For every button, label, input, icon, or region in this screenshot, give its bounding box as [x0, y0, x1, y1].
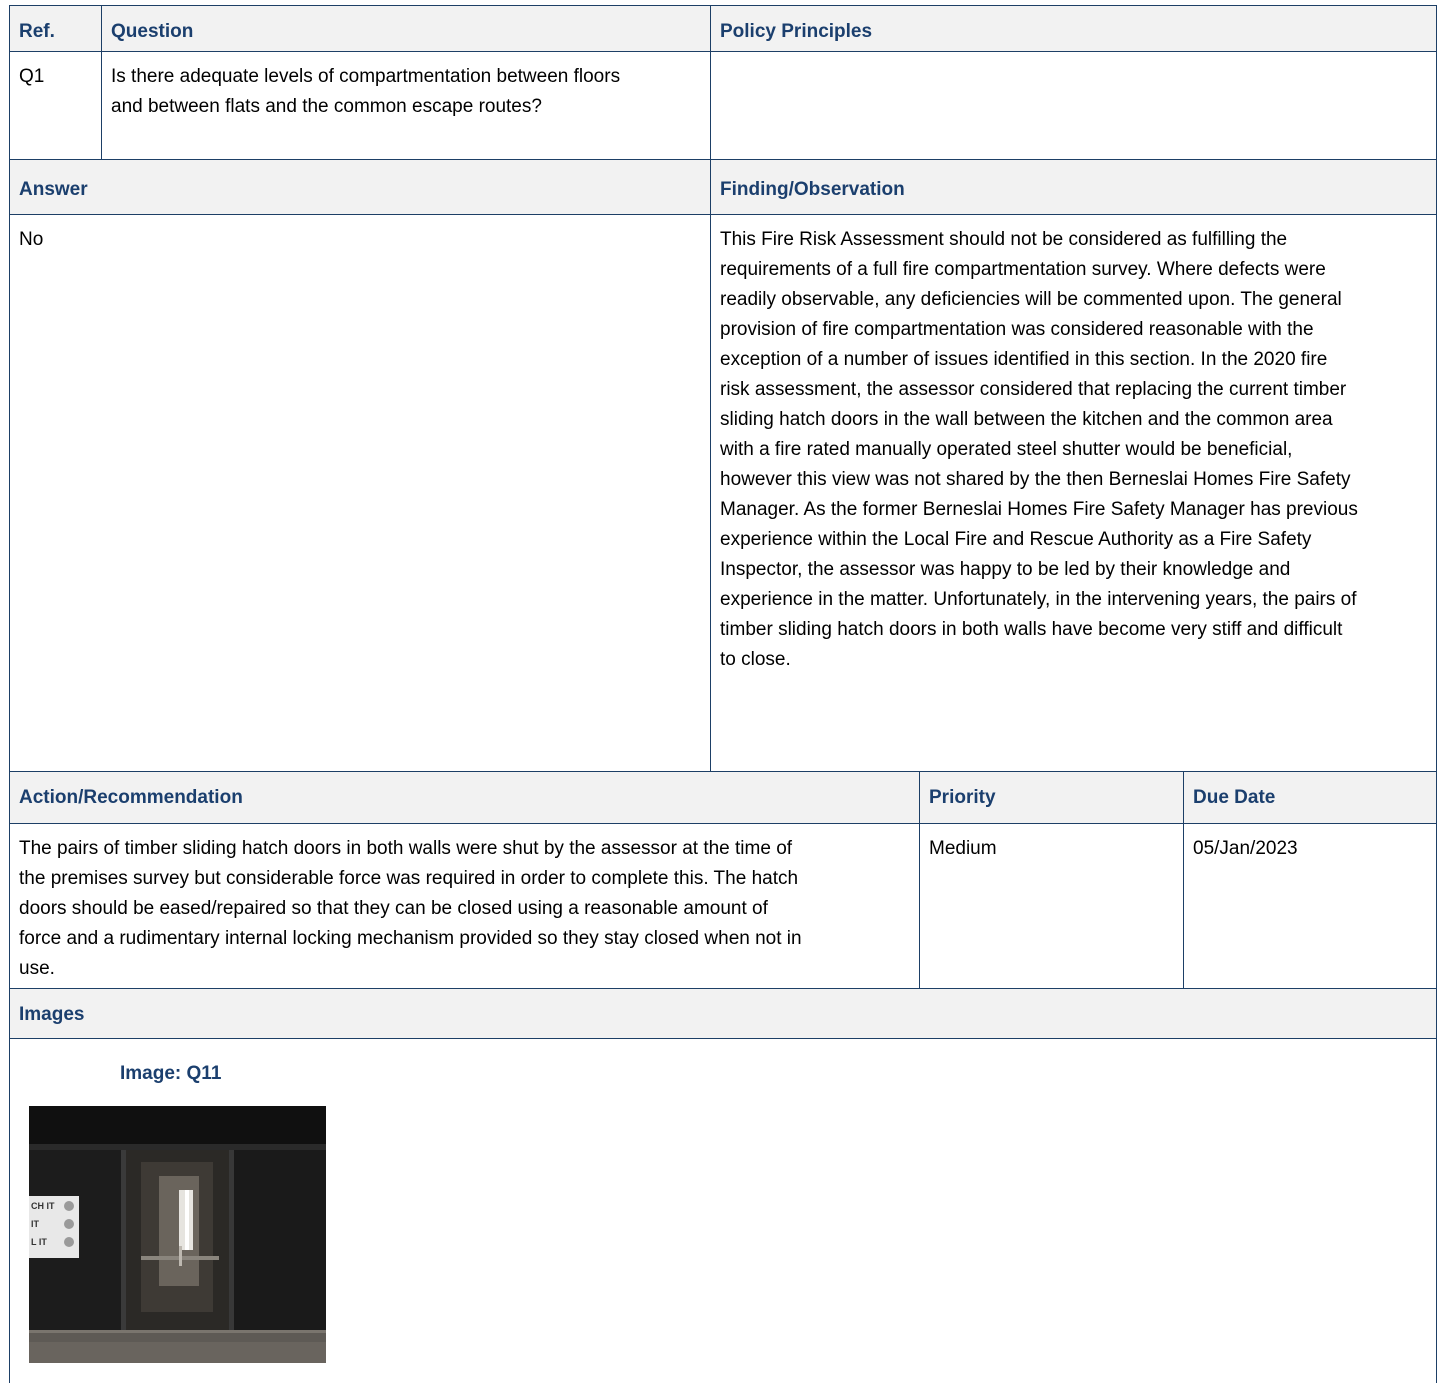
question-text: Is there adequate levels of compartmenta… [111, 66, 621, 117]
images-cell: Image: Q11 CH IT IT L IT [9, 1038, 1437, 1383]
question-header: Question [101, 5, 711, 52]
question-cell: Is there adequate levels of compartmenta… [101, 51, 711, 160]
images-header: Images [9, 988, 1437, 1039]
hatch-doors-photo-svg: CH IT IT L IT [29, 1106, 326, 1363]
question-row: Q1 Is there adequate levels of compartme… [9, 51, 1437, 160]
question-ref: Q1 [9, 51, 102, 160]
action-cell: The pairs of timber sliding hatch doors … [9, 823, 920, 989]
finding-text: This Fire Risk Assessment should not be … [720, 229, 1358, 670]
action-row: The pairs of timber sliding hatch doors … [9, 823, 1437, 989]
action-text: The pairs of timber sliding hatch doors … [19, 838, 802, 979]
sign-icon-3 [64, 1237, 74, 1247]
action-header-row: Action/Recommendation Priority Due Date [9, 771, 1437, 824]
sign-text-3: L IT [31, 1237, 47, 1247]
finding-header: Finding/Observation [710, 159, 1437, 215]
due-date-header: Due Date [1183, 771, 1437, 824]
table-header-row: Ref. Question Policy Principles [9, 5, 1437, 52]
sign-text-1: CH IT [31, 1201, 55, 1211]
sign-text-2: IT [31, 1219, 40, 1229]
policy-principles-cell [710, 51, 1437, 160]
priority-value: Medium [919, 823, 1184, 989]
answer-value: No [9, 214, 711, 772]
action-header: Action/Recommendation [9, 771, 920, 824]
policy-principles-header: Policy Principles [710, 5, 1437, 52]
images-header-row: Images [9, 988, 1437, 1039]
sign-icon-1 [64, 1201, 74, 1211]
finding-cell: This Fire Risk Assessment should not be … [710, 214, 1437, 772]
image-title: Image: Q11 [120, 1063, 222, 1084]
hatch-doors-photo[interactable]: CH IT IT L IT [29, 1106, 326, 1363]
due-date-value: 05/Jan/2023 [1183, 823, 1437, 989]
images-body-row: Image: Q11 CH IT IT L IT [9, 1038, 1437, 1383]
priority-header: Priority [919, 771, 1184, 824]
ref-header: Ref. [9, 5, 102, 52]
answer-row: No This Fire Risk Assessment should not … [9, 214, 1437, 772]
answer-header-row: Answer Finding/Observation [9, 159, 1437, 215]
answer-header: Answer [9, 159, 711, 215]
sign-icon-2 [64, 1219, 74, 1229]
